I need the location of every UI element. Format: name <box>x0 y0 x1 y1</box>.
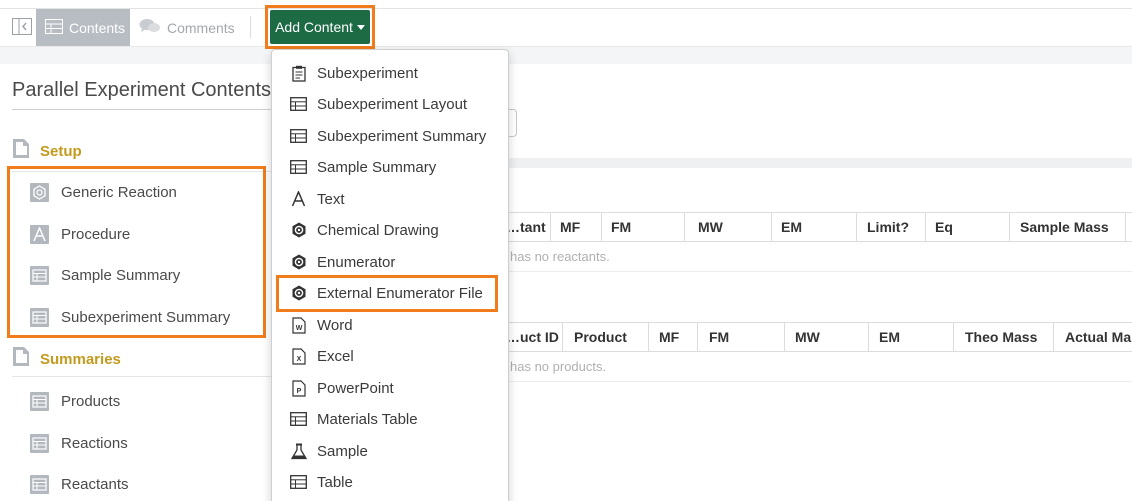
contents-item-label: Products <box>61 392 121 410</box>
menu-item-sample[interactable]: Sample <box>272 436 508 466</box>
menu-item-label: Chemical Drawing <box>317 221 439 239</box>
contents-item-label: Reactions <box>61 434 128 452</box>
panel-toggle-icon[interactable] <box>12 18 32 35</box>
add-content-button[interactable]: Add Content <box>270 10 370 44</box>
svg-text:P: P <box>296 388 301 395</box>
menu-item-label: Enumerator <box>317 253 396 271</box>
content-band <box>507 158 1132 168</box>
document-icon <box>12 346 30 372</box>
column-header: …uct ID <box>506 329 559 345</box>
menu-item-text[interactable]: Text <box>272 184 508 214</box>
toolbar-divider <box>250 16 251 38</box>
menu-item-label: Subexperiment Layout <box>317 95 468 113</box>
column-header: Theo Mass <box>965 329 1038 345</box>
table-icon <box>45 18 63 37</box>
column-header: Eq <box>935 219 953 235</box>
reactants-table: …tant MF FM MW EM Limit? Eq Sample Mass … <box>490 212 1132 272</box>
title-divider <box>12 109 272 110</box>
tab-comments-label: Comments <box>167 19 235 36</box>
column-header: EM <box>879 329 900 345</box>
table-icon <box>290 159 307 176</box>
page-title: Parallel Experiment Contents <box>12 79 272 101</box>
table-icon <box>290 128 307 145</box>
menu-item-subexperiment-layout[interactable]: Subexperiment Layout <box>272 89 508 119</box>
products-table: …uct ID Product MF FM MW EM Theo Mass Ac… <box>490 322 1132 382</box>
menu-item-label: Excel <box>317 347 354 365</box>
molecule-icon <box>290 222 307 239</box>
setup-items-highlight <box>7 166 266 338</box>
column-header: Actual Ma <box>1065 329 1132 345</box>
menu-item-materials-table[interactable]: Materials Table <box>272 404 508 434</box>
external-enumerator-highlight <box>276 275 498 312</box>
section-label: Setup <box>40 142 82 160</box>
menu-item-label: Table <box>317 473 353 491</box>
table-icon <box>290 96 307 113</box>
caret-down-icon <box>356 25 365 30</box>
section-summaries[interactable]: Summaries <box>12 339 272 379</box>
products-empty-message: has no products. <box>490 352 1132 382</box>
menu-item-label: Text <box>317 190 345 208</box>
menu-item-word[interactable]: W Word <box>272 310 508 340</box>
section-setup[interactable]: Setup <box>12 131 272 171</box>
column-header: MF <box>659 329 680 345</box>
column-header: EM <box>781 219 802 235</box>
column-header: MF <box>560 219 581 235</box>
add-content-label: Add Content <box>275 19 353 35</box>
table-icon <box>30 433 49 453</box>
contents-item-products[interactable]: Products <box>30 386 260 416</box>
menu-item-subexperiment-summary[interactable]: Subexperiment Summary <box>272 121 508 151</box>
menu-item-label: Word <box>317 316 353 334</box>
tab-contents[interactable]: Contents <box>36 9 130 46</box>
reactants-empty-message: has no reactants. <box>490 242 1132 272</box>
reactants-table-header: …tant MF FM MW EM Limit? Eq Sample Mass <box>490 212 1132 242</box>
column-header: MW <box>795 329 820 345</box>
svg-text:W: W <box>295 325 302 332</box>
flask-icon <box>290 443 307 460</box>
table-icon <box>290 411 307 428</box>
contents-item-reactions[interactable]: Reactions <box>30 428 260 458</box>
menu-item-subexperiment[interactable]: Subexperiment <box>272 58 508 88</box>
menu-item-label: Subexperiment Summary <box>317 127 487 145</box>
clipboard-icon <box>290 65 307 82</box>
molecule-icon <box>290 254 307 271</box>
tab-contents-label: Contents <box>69 19 126 36</box>
text-icon <box>290 191 307 208</box>
menu-item-sample-summary[interactable]: Sample Summary <box>272 152 508 182</box>
tab-comments[interactable]: Comments <box>137 9 247 46</box>
menu-item-label: Subexperiment <box>317 64 418 82</box>
column-header: Limit? <box>867 219 909 235</box>
menu-item-powerpoint[interactable]: P PowerPoint <box>272 373 508 403</box>
document-icon <box>12 138 30 164</box>
column-header: Sample Mass <box>1020 219 1109 235</box>
menu-item-label: PowerPoint <box>317 379 394 397</box>
menu-item-enumerator[interactable]: Enumerator <box>272 247 508 277</box>
comments-icon <box>139 18 161 37</box>
products-table-header: …uct ID Product MF FM MW EM Theo Mass Ac… <box>490 322 1132 352</box>
table-icon <box>30 474 49 494</box>
toolbar-strip <box>0 46 1132 64</box>
table-icon <box>290 474 307 491</box>
menu-item-chemical-drawing[interactable]: Chemical Drawing <box>272 215 508 245</box>
column-header: FM <box>709 329 730 345</box>
contents-item-label: Reactants <box>61 475 129 493</box>
column-header: Product <box>574 329 627 345</box>
menu-item-label: Sample <box>317 442 368 460</box>
column-header: …tant <box>506 219 546 235</box>
menu-item-label: Materials Table <box>317 410 418 428</box>
contents-item-reactants[interactable]: Reactants <box>30 469 260 499</box>
section-label: Summaries <box>40 350 121 368</box>
table-icon <box>30 391 49 411</box>
menu-item-label: Sample Summary <box>317 158 437 176</box>
column-header: MW <box>698 219 723 235</box>
menu-item-table[interactable]: Table <box>272 467 508 497</box>
excel-file-icon: X <box>290 347 307 365</box>
menu-item-excel[interactable]: X Excel <box>272 341 508 371</box>
powerpoint-file-icon: P <box>290 379 307 397</box>
column-header: FM <box>611 219 632 235</box>
svg-text:X: X <box>296 356 301 363</box>
section-divider <box>12 376 272 377</box>
word-file-icon: W <box>290 316 307 334</box>
